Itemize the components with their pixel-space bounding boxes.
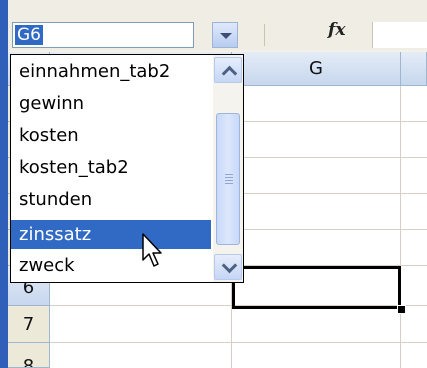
name-box-value[interactable]: G6 [15, 25, 43, 45]
grip-line [225, 177, 233, 178]
list-item-stunden[interactable]: stunden [11, 185, 211, 214]
active-cell-g6[interactable] [232, 266, 401, 309]
gridline [400, 86, 401, 368]
insert-function-icon[interactable]: fx [328, 20, 345, 40]
fill-handle[interactable] [397, 305, 406, 314]
list-item-zweck[interactable]: zweck [11, 251, 211, 280]
column-header-next[interactable] [401, 52, 427, 86]
gridline [50, 342, 427, 343]
list-item-gewinn[interactable]: gewinn [11, 89, 211, 118]
scroll-thumb[interactable] [216, 113, 240, 245]
chevron-down-icon [220, 33, 232, 39]
row-header-7[interactable]: 7 [8, 306, 50, 343]
list-scrollbar[interactable] [213, 55, 243, 282]
mouse-pointer-icon [142, 233, 162, 267]
list-item-kosten-tab2[interactable]: kosten_tab2 [11, 153, 211, 182]
named-range-list[interactable]: einnahmen_tab2 gewinn kosten kosten_tab2… [10, 54, 244, 283]
row-header-8[interactable]: 8 [8, 343, 50, 368]
grip-line [225, 180, 233, 181]
name-box[interactable]: G6 [12, 22, 194, 48]
list-item-einnahmen-tab2[interactable]: einnahmen_tab2 [11, 57, 211, 86]
name-box-dropdown-button[interactable] [212, 22, 238, 48]
chevron-up-icon [221, 65, 238, 82]
list-item-zinssatz[interactable]: zinssatz [11, 220, 211, 249]
list-item-kosten[interactable]: kosten [11, 121, 211, 150]
scroll-up-button[interactable] [214, 57, 242, 83]
grip-line [225, 183, 233, 184]
window-edge [0, 0, 8, 368]
chevron-down-icon [221, 257, 238, 274]
scroll-down-button[interactable] [214, 254, 242, 280]
column-header-g[interactable]: G [232, 52, 401, 86]
grip-line [225, 174, 233, 175]
toolbar-separator [264, 24, 265, 46]
formula-input[interactable] [372, 22, 427, 48]
